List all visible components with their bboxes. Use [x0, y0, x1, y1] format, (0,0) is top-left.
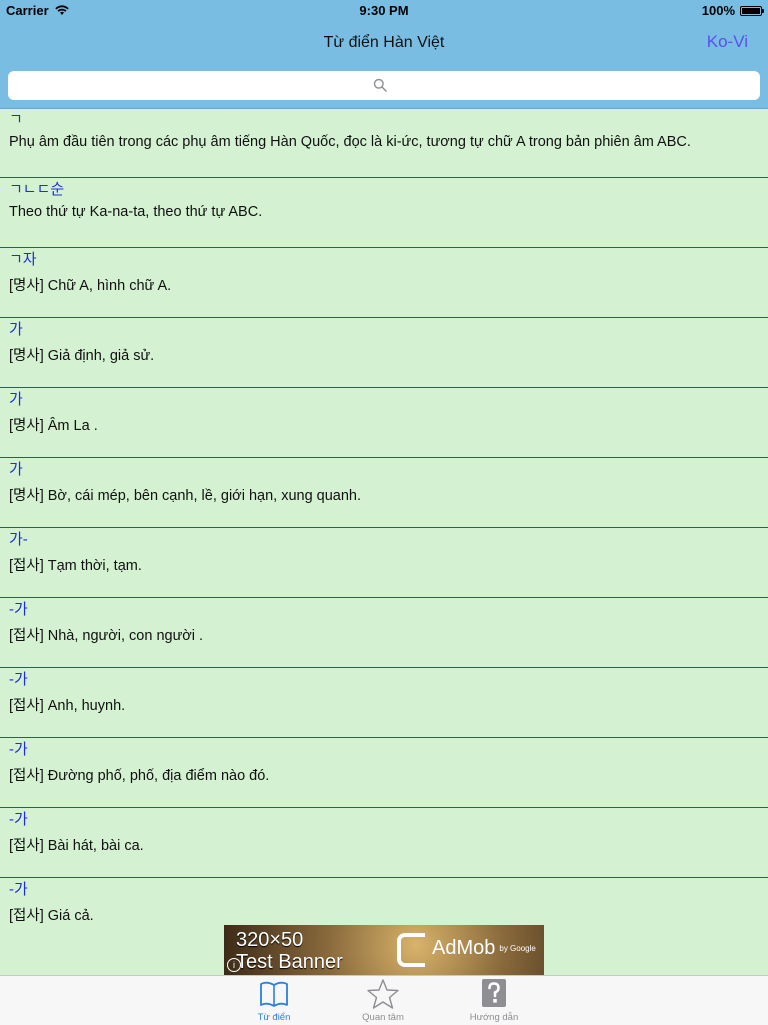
entry-definition: [명사] Bờ, cái mép, bên cạnh, lề, giới hạn… [9, 488, 362, 504]
entry-term: ㄱ자 [9, 251, 37, 268]
entry-term: -가 [9, 811, 28, 828]
entry-definition: [접사] Giá cả. [9, 908, 94, 924]
list-item[interactable]: 가 [명사] Âm La . [0, 388, 768, 458]
book-icon [260, 981, 288, 1007]
entry-definition: [접사] Nhà, người, con người . [9, 628, 204, 644]
entry-term: 가 [9, 391, 23, 408]
entry-term: 가 [9, 321, 23, 338]
star-icon [367, 979, 399, 1009]
list-item[interactable]: -가 [접사] Nhà, người, con người . [0, 598, 768, 668]
list-item[interactable]: ㄱㄴㄷ순 Theo thứ tự Ka-na-ta, theo thứ tự A… [0, 178, 768, 248]
entry-definition: [명사] Âm La . [9, 418, 98, 434]
list-item[interactable]: -가 [접사] Anh, huynh. [0, 668, 768, 738]
entry-definition: [접사] Anh, huynh. [9, 698, 126, 714]
list-item[interactable]: 가 [명사] Bờ, cái mép, bên cạnh, lề, giới h… [0, 458, 768, 528]
ad-brand-sub: by Google [499, 944, 536, 954]
ad-banner[interactable]: 320×50 Test Banner AdMob by Google i [224, 925, 544, 975]
ad-line-1: 320×50 [236, 929, 304, 951]
entry-definition: Theo thứ tự Ka-na-ta, theo thứ tự ABC. [9, 204, 263, 220]
dictionary-list[interactable]: ㄱ Phụ âm đầu tiên trong các phụ âm tiếng… [0, 108, 768, 925]
entry-definition: [명사] Chữ A, hình chữ A. [9, 278, 172, 294]
language-toggle-button[interactable]: Ko-Vi [707, 32, 748, 52]
battery-icon [740, 5, 764, 16]
search-icon [373, 78, 387, 92]
tab-dictionary[interactable]: Từ điển [224, 976, 324, 1025]
help-icon [482, 979, 506, 1007]
entry-term: -가 [9, 601, 28, 618]
entry-term: ㄱㄴㄷ순 [9, 181, 65, 198]
battery-percent: 100% [701, 3, 735, 18]
page-title: Từ điển Hàn Việt [323, 34, 445, 51]
tab-label: Từ điển [257, 1012, 291, 1023]
entry-term: -가 [9, 741, 28, 758]
entry-definition: [접사] Bài hát, bài ca. [9, 838, 144, 854]
list-item[interactable]: -가 [접사] Giá cả. [0, 878, 768, 925]
list-item[interactable]: ㄱ자 [명사] Chữ A, hình chữ A. [0, 248, 768, 318]
list-item[interactable]: 가- [접사] Tạm thời, tạm. [0, 528, 768, 598]
tab-favorites[interactable]: Quan tâm [333, 976, 433, 1025]
tab-label: Quan tâm [362, 1012, 404, 1023]
entry-term: ㄱ [9, 111, 23, 128]
ad-info-icon[interactable]: i [227, 958, 241, 972]
entry-definition: Phụ âm đầu tiên trong các phụ âm tiếng H… [9, 134, 691, 150]
list-item[interactable]: ㄱ Phụ âm đầu tiên trong các phụ âm tiếng… [0, 108, 768, 178]
list-item[interactable]: -가 [접사] Đường phố, phố, địa điểm nào đó. [0, 738, 768, 808]
header: Carrier 9:30 PM 100% Từ điển Hàn Việt Ko… [0, 0, 768, 109]
ad-brand-name: AdMob [432, 937, 496, 959]
admob-logo-icon [397, 933, 425, 967]
entry-term: -가 [9, 881, 28, 898]
list-item[interactable]: 가 [명사] Giả định, giả sử. [0, 318, 768, 388]
entry-term: 가- [9, 531, 28, 548]
search-input[interactable] [8, 71, 760, 100]
entry-definition: [접사] Tạm thời, tạm. [9, 558, 142, 574]
entry-definition: [명사] Giả định, giả sử. [9, 348, 155, 364]
entry-term: -가 [9, 671, 28, 688]
tab-bar: Từ điển Quan tâm Hướng dẫn [0, 975, 768, 1025]
ad-text: 320×50 Test Banner [236, 929, 343, 973]
tab-label: Hướng dẫn [469, 1012, 519, 1023]
entry-definition: [접사] Đường phố, phố, địa điểm nào đó. [9, 768, 270, 784]
tab-help[interactable]: Hướng dẫn [444, 976, 544, 1025]
list-item[interactable]: -가 [접사] Bài hát, bài ca. [0, 808, 768, 878]
status-right: 100% [701, 3, 764, 18]
ad-brand: AdMob by Google [432, 937, 536, 960]
entry-term: 가 [9, 461, 23, 478]
ad-line-2: Test Banner [236, 951, 343, 973]
status-time: 9:30 PM [359, 3, 409, 18]
status-bar: Carrier 9:30 PM 100% [0, 0, 768, 22]
